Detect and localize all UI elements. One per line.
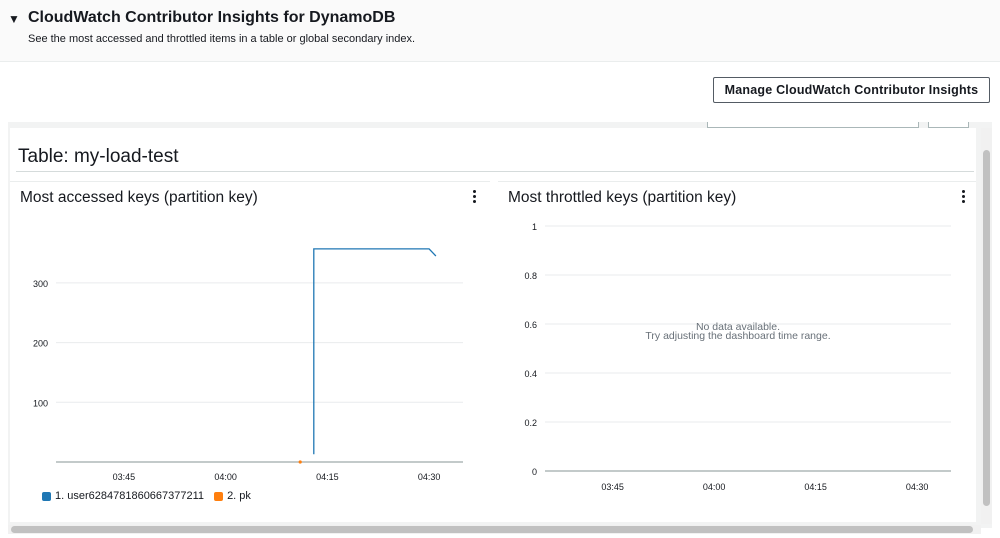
x-tick-label: 04:30 — [418, 472, 441, 482]
y-tick-label: 0 — [532, 467, 537, 477]
y-tick-label: 0.8 — [524, 271, 537, 281]
x-tick-label: 03:45 — [601, 482, 624, 492]
chart-legend: 1. user6284781860667377211 2. pk — [42, 490, 251, 502]
legend-item[interactable]: 1. user6284781860667377211 — [42, 490, 204, 502]
x-tick-label: 03:45 — [113, 472, 136, 482]
x-tick-label: 04:00 — [214, 472, 237, 482]
horizontal-scrollbar[interactable] — [8, 525, 981, 534]
accessed-keys-chart: 100 200 300 03:45 04:00 04:15 04:30 0 0.2 0.4 0.6 0… — [33, 222, 951, 492]
empty-state-hint: Try adjusting the dashboard time range. — [645, 330, 830, 342]
x-tick-label: 04:15 — [804, 482, 827, 492]
y-tick-label: 100 — [33, 398, 48, 408]
y-tick-label: 1 — [532, 222, 537, 232]
legend-label: 2. pk — [227, 490, 251, 502]
y-tick-label: 200 — [33, 339, 48, 349]
y-tick-label: 0.4 — [524, 369, 537, 379]
series-point — [298, 460, 302, 464]
legend-label: 1. user6284781860667377211 — [55, 490, 205, 502]
y-tick-label: 0.2 — [524, 418, 537, 428]
scrollbar-thumb[interactable] — [11, 526, 973, 533]
vertical-scrollbar[interactable] — [981, 128, 992, 524]
x-tick-label: 04:30 — [906, 482, 929, 492]
series-line — [313, 248, 437, 455]
scrollbar-thumb[interactable] — [983, 150, 990, 506]
legend-item[interactable]: 2. pk — [214, 490, 251, 502]
y-tick-label: 300 — [33, 279, 48, 289]
x-tick-label: 04:00 — [703, 482, 726, 492]
legend-swatch — [42, 491, 51, 501]
y-tick-label: 0.6 — [524, 320, 537, 330]
legend-swatch — [214, 491, 224, 501]
x-tick-label: 04:15 — [316, 472, 339, 482]
